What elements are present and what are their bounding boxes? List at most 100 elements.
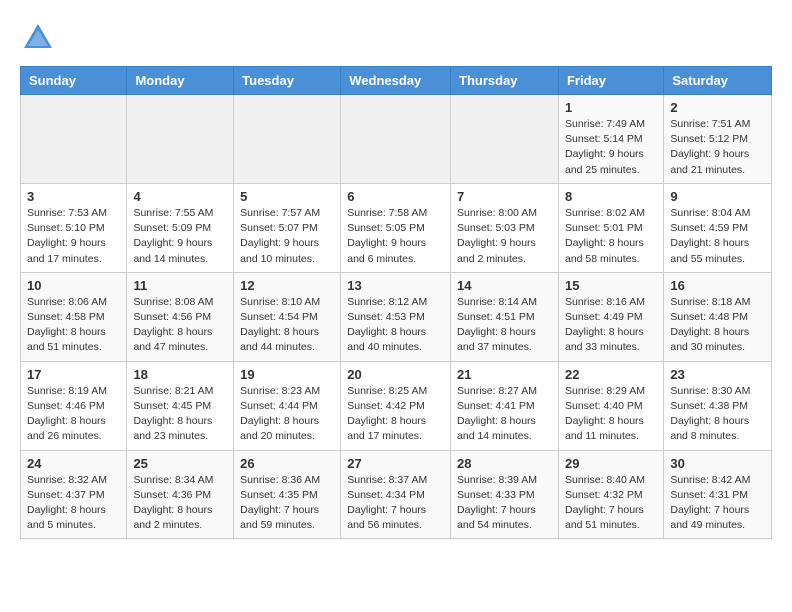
calendar-cell: 8 Sunrise: 8:02 AM Sunset: 5:01 PM Daylig…: [558, 183, 663, 272]
calendar-cell: 30 Sunrise: 8:42 AM Sunset: 4:31 PM Dayli…: [664, 450, 772, 539]
calendar-header-row: SundayMondayTuesdayWednesdayThursdayFrid…: [21, 67, 772, 95]
calendar-cell: 7 Sunrise: 8:00 AM Sunset: 5:03 PM Daylig…: [451, 183, 559, 272]
calendar-cell: 12 Sunrise: 8:10 AM Sunset: 4:54 PM Dayli…: [234, 272, 341, 361]
day-number: 4: [133, 189, 227, 204]
weekday-header-sunday: Sunday: [21, 67, 127, 95]
day-info: Sunrise: 8:00 AM Sunset: 5:03 PM Dayligh…: [457, 206, 552, 267]
calendar-week-row: 17 Sunrise: 8:19 AM Sunset: 4:46 PM Dayli…: [21, 361, 772, 450]
day-number: 8: [565, 189, 657, 204]
day-info: Sunrise: 8:27 AM Sunset: 4:41 PM Dayligh…: [457, 384, 552, 445]
calendar-cell: 13 Sunrise: 8:12 AM Sunset: 4:53 PM Dayli…: [341, 272, 451, 361]
day-number: 3: [27, 189, 120, 204]
calendar-cell: 19 Sunrise: 8:23 AM Sunset: 4:44 PM Dayli…: [234, 361, 341, 450]
day-info: Sunrise: 8:23 AM Sunset: 4:44 PM Dayligh…: [240, 384, 334, 445]
weekday-header-tuesday: Tuesday: [234, 67, 341, 95]
day-info: Sunrise: 7:55 AM Sunset: 5:09 PM Dayligh…: [133, 206, 227, 267]
day-number: 28: [457, 456, 552, 471]
day-number: 22: [565, 367, 657, 382]
day-info: Sunrise: 8:32 AM Sunset: 4:37 PM Dayligh…: [27, 473, 120, 534]
weekday-header-saturday: Saturday: [664, 67, 772, 95]
day-number: 17: [27, 367, 120, 382]
day-number: 12: [240, 278, 334, 293]
calendar-cell: 23Sunrise: 8:30 AM Sunset: 4:38 PM Dayli…: [664, 361, 772, 450]
calendar-cell: [341, 95, 451, 184]
weekday-header-thursday: Thursday: [451, 67, 559, 95]
day-info: Sunrise: 8:29 AM Sunset: 4:40 PM Dayligh…: [565, 384, 657, 445]
calendar-cell: 11 Sunrise: 8:08 AM Sunset: 4:56 PM Dayli…: [127, 272, 234, 361]
day-info: Sunrise: 7:58 AM Sunset: 5:05 PM Dayligh…: [347, 206, 444, 267]
day-info: Sunrise: 8:19 AM Sunset: 4:46 PM Dayligh…: [27, 384, 120, 445]
day-info: Sunrise: 7:57 AM Sunset: 5:07 PM Dayligh…: [240, 206, 334, 267]
day-number: 27: [347, 456, 444, 471]
logo-icon: [20, 20, 56, 56]
day-number: 26: [240, 456, 334, 471]
day-number: 25: [133, 456, 227, 471]
calendar-cell: 21 Sunrise: 8:27 AM Sunset: 4:41 PM Dayli…: [451, 361, 559, 450]
day-number: 30: [670, 456, 765, 471]
day-number: 21: [457, 367, 552, 382]
calendar-week-row: 3 Sunrise: 7:53 AM Sunset: 5:10 PM Daylig…: [21, 183, 772, 272]
day-info: Sunrise: 7:49 AM Sunset: 5:14 PM Dayligh…: [565, 117, 657, 178]
weekday-header-wednesday: Wednesday: [341, 67, 451, 95]
calendar-cell: 25Sunrise: 8:34 AM Sunset: 4:36 PM Dayli…: [127, 450, 234, 539]
calendar-cell: 17 Sunrise: 8:19 AM Sunset: 4:46 PM Dayli…: [21, 361, 127, 450]
calendar-cell: 15Sunrise: 8:16 AM Sunset: 4:49 PM Dayli…: [558, 272, 663, 361]
calendar-cell: 22 Sunrise: 8:29 AM Sunset: 4:40 PM Dayli…: [558, 361, 663, 450]
day-number: 16: [670, 278, 765, 293]
day-number: 19: [240, 367, 334, 382]
calendar-cell: 1 Sunrise: 7:49 AM Sunset: 5:14 PM Daylig…: [558, 95, 663, 184]
day-number: 10: [27, 278, 120, 293]
day-info: Sunrise: 8:02 AM Sunset: 5:01 PM Dayligh…: [565, 206, 657, 267]
calendar-cell: 5 Sunrise: 7:57 AM Sunset: 5:07 PM Daylig…: [234, 183, 341, 272]
day-info: Sunrise: 8:30 AM Sunset: 4:38 PM Dayligh…: [670, 384, 765, 445]
day-number: 7: [457, 189, 552, 204]
calendar-week-row: 24 Sunrise: 8:32 AM Sunset: 4:37 PM Dayli…: [21, 450, 772, 539]
day-info: Sunrise: 8:12 AM Sunset: 4:53 PM Dayligh…: [347, 295, 444, 356]
day-number: 6: [347, 189, 444, 204]
calendar-cell: 3 Sunrise: 7:53 AM Sunset: 5:10 PM Daylig…: [21, 183, 127, 272]
calendar-cell: 29 Sunrise: 8:40 AM Sunset: 4:32 PM Dayli…: [558, 450, 663, 539]
day-info: Sunrise: 8:08 AM Sunset: 4:56 PM Dayligh…: [133, 295, 227, 356]
day-info: Sunrise: 8:10 AM Sunset: 4:54 PM Dayligh…: [240, 295, 334, 356]
day-number: 1: [565, 100, 657, 115]
day-info: Sunrise: 8:40 AM Sunset: 4:32 PM Dayligh…: [565, 473, 657, 534]
day-info: Sunrise: 8:04 AM Sunset: 4:59 PM Dayligh…: [670, 206, 765, 267]
calendar-table: SundayMondayTuesdayWednesdayThursdayFrid…: [20, 66, 772, 539]
weekday-header-monday: Monday: [127, 67, 234, 95]
day-info: Sunrise: 8:18 AM Sunset: 4:48 PM Dayligh…: [670, 295, 765, 356]
day-number: 20: [347, 367, 444, 382]
calendar-cell: [21, 95, 127, 184]
calendar-cell: 24 Sunrise: 8:32 AM Sunset: 4:37 PM Dayli…: [21, 450, 127, 539]
day-info: Sunrise: 7:53 AM Sunset: 5:10 PM Dayligh…: [27, 206, 120, 267]
calendar-cell: 26 Sunrise: 8:36 AM Sunset: 4:35 PM Dayli…: [234, 450, 341, 539]
day-number: 5: [240, 189, 334, 204]
day-number: 13: [347, 278, 444, 293]
page-header: [20, 20, 772, 56]
calendar-cell: [234, 95, 341, 184]
day-info: Sunrise: 8:16 AM Sunset: 4:49 PM Dayligh…: [565, 295, 657, 356]
day-info: Sunrise: 7:51 AM Sunset: 5:12 PM Dayligh…: [670, 117, 765, 178]
calendar-week-row: 10 Sunrise: 8:06 AM Sunset: 4:58 PM Dayli…: [21, 272, 772, 361]
day-number: 11: [133, 278, 227, 293]
calendar-cell: 18Sunrise: 8:21 AM Sunset: 4:45 PM Dayli…: [127, 361, 234, 450]
day-info: Sunrise: 8:42 AM Sunset: 4:31 PM Dayligh…: [670, 473, 765, 534]
day-info: Sunrise: 8:14 AM Sunset: 4:51 PM Dayligh…: [457, 295, 552, 356]
calendar-cell: 16 Sunrise: 8:18 AM Sunset: 4:48 PM Dayli…: [664, 272, 772, 361]
calendar-cell: 4 Sunrise: 7:55 AM Sunset: 5:09 PM Daylig…: [127, 183, 234, 272]
calendar-cell: 9 Sunrise: 8:04 AM Sunset: 4:59 PM Daylig…: [664, 183, 772, 272]
day-info: Sunrise: 8:36 AM Sunset: 4:35 PM Dayligh…: [240, 473, 334, 534]
day-info: Sunrise: 8:06 AM Sunset: 4:58 PM Dayligh…: [27, 295, 120, 356]
calendar-cell: 2 Sunrise: 7:51 AM Sunset: 5:12 PM Daylig…: [664, 95, 772, 184]
day-info: Sunrise: 8:39 AM Sunset: 4:33 PM Dayligh…: [457, 473, 552, 534]
calendar-week-row: 1 Sunrise: 7:49 AM Sunset: 5:14 PM Daylig…: [21, 95, 772, 184]
day-number: 29: [565, 456, 657, 471]
calendar-cell: 20Sunrise: 8:25 AM Sunset: 4:42 PM Dayli…: [341, 361, 451, 450]
weekday-header-friday: Friday: [558, 67, 663, 95]
calendar-cell: [451, 95, 559, 184]
day-number: 2: [670, 100, 765, 115]
calendar-cell: 6 Sunrise: 7:58 AM Sunset: 5:05 PM Daylig…: [341, 183, 451, 272]
day-number: 18: [133, 367, 227, 382]
day-number: 9: [670, 189, 765, 204]
day-number: 24: [27, 456, 120, 471]
calendar-cell: 27Sunrise: 8:37 AM Sunset: 4:34 PM Dayli…: [341, 450, 451, 539]
